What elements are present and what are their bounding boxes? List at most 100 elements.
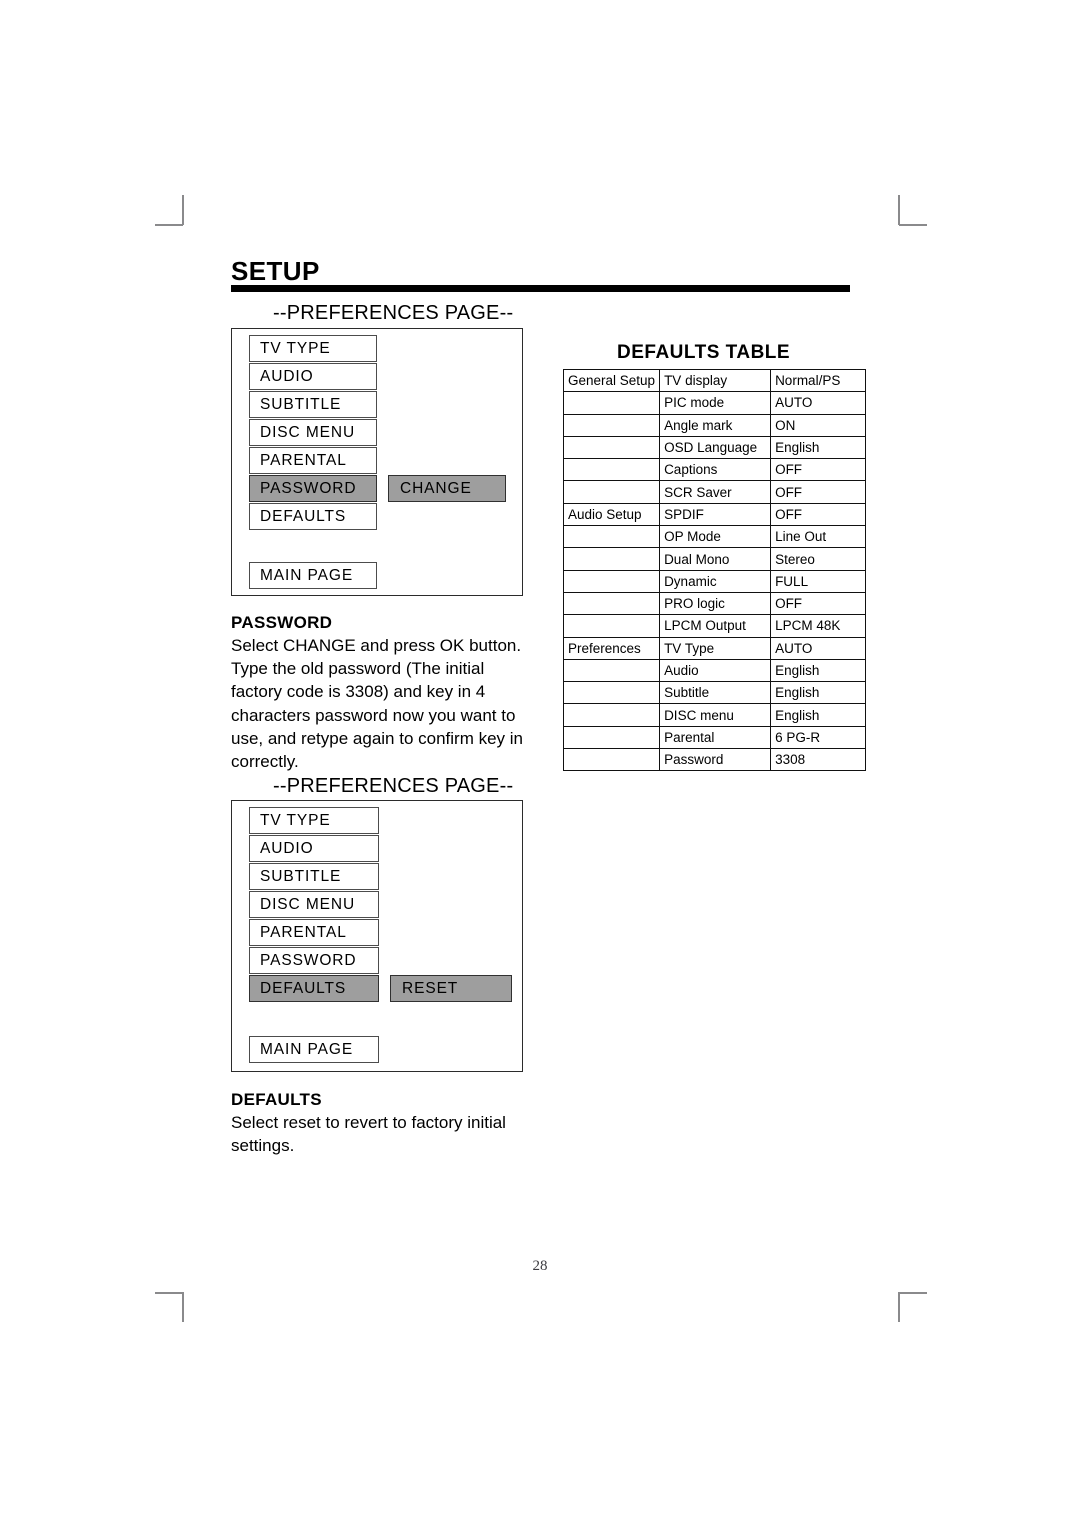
table-cell-group [562,480,661,504]
page-title-rule [231,285,850,292]
table-cell-group [562,413,661,437]
table-row: Dynamic FULL [562,569,867,593]
table-cell-value: LPCM 48K [770,614,867,638]
table-cell-setting: OSD Language [659,435,772,460]
table-cell-setting: TV display [659,368,772,393]
table-cell-value: English [770,658,867,683]
osd-item-subtitle[interactable]: SUBTITLE [249,391,377,418]
table-row: Angle mark ON [562,413,867,437]
section-title-defaults: DEFAULTS [231,1090,322,1109]
table-cell-group [562,591,661,616]
table-cell-value: ON [770,413,867,437]
table-row: Preferences TV Type AUTO [562,636,867,660]
crop-mark-horizontal-rule [899,1292,927,1294]
table-row: Password 3308 [562,748,867,772]
table-cell-group [562,435,661,460]
table-row: Dual Mono Stereo [562,547,867,571]
osd-item-password[interactable]: PASSWORD [249,947,379,974]
table-row: Subtitle English [562,681,867,705]
table-row: PRO logic OFF [562,591,867,616]
table-cell-value: AUTO [770,636,867,660]
table-row: Parental 6 PG-R [562,725,867,750]
osd-item-main-page[interactable]: MAIN PAGE [249,562,377,589]
table-cell-group [562,614,661,638]
osd-item-tv-type[interactable]: TV TYPE [249,807,379,834]
table-cell-value: OFF [770,591,867,616]
osd-item-tv-type[interactable]: TV TYPE [249,335,377,362]
page-number: 28 [532,1258,548,1274]
crop-mark-bottom-left [155,1292,195,1332]
defaults-table: General Setup TV display Normal/PS PIC mode… [562,368,867,772]
defaults-table-body: General Setup TV display Normal/PS PIC mode… [562,368,867,772]
crop-mark-bottom-right [887,1292,927,1332]
table-cell-setting: LPCM Output [659,614,772,638]
table-cell-setting: Captions [659,458,772,482]
table-row: PIC mode AUTO [562,391,867,415]
table-cell-group [562,703,661,727]
table-cell-group [562,525,661,549]
table-cell-setting: PRO logic [659,591,772,616]
table-cell-group: General Setup [562,368,661,393]
osd-item-parental[interactable]: PARENTAL [249,447,377,474]
table-cell-value: OFF [770,480,867,504]
table-cell-setting: Subtitle [659,681,772,705]
osd-item-disc-menu[interactable]: DISC MENU [249,419,377,446]
crop-mark-vertical-rule [898,195,900,225]
table-cell-setting: SPDIF [659,502,772,527]
table-cell-setting: Angle mark [659,413,772,437]
page-title: SETUP [231,256,320,286]
osd-panel-preferences-defaults: TV TYPE AUDIO SUBTITLE DISC MENU PARENTA… [231,800,523,1072]
table-row: General Setup TV display Normal/PS [562,368,867,393]
table-row: LPCM Output LPCM 48K [562,614,867,638]
crop-mark-top-left [155,195,195,235]
table-cell-value: OFF [770,458,867,482]
table-cell-value: English [770,703,867,727]
crop-mark-vertical-rule [898,1292,900,1322]
table-cell-value: 3308 [770,748,867,772]
osd-action-reset-button[interactable]: RESET [390,975,512,1002]
osd-item-defaults[interactable]: DEFAULTS [249,503,377,530]
table-cell-value: FULL [770,569,867,593]
osd-item-disc-menu[interactable]: DISC MENU [249,891,379,918]
table-cell-value: 6 PG-R [770,725,867,750]
table-cell-setting: Parental [659,725,772,750]
table-cell-group [562,658,661,683]
table-row: Audio English [562,658,867,683]
crop-mark-horizontal-rule [155,1292,183,1294]
table-row: OSD Language English [562,435,867,460]
osd-item-parental[interactable]: PARENTAL [249,919,379,946]
table-cell-value: Stereo [770,547,867,571]
osd-item-defaults-selected[interactable]: DEFAULTS [249,975,379,1002]
table-cell-group: Preferences [562,636,661,660]
crop-mark-horizontal-rule [899,224,927,226]
crop-mark-top-right [887,195,927,235]
table-cell-value: OFF [770,502,867,527]
osd-item-main-page[interactable]: MAIN PAGE [249,1036,379,1063]
osd-item-audio[interactable]: AUDIO [249,363,377,390]
table-cell-group [562,458,661,482]
table-row: Audio Setup SPDIF OFF [562,502,867,527]
table-cell-setting: OP Mode [659,525,772,549]
osd-item-audio[interactable]: AUDIO [249,835,379,862]
table-row: DISC menu English [562,703,867,727]
table-cell-group [562,748,661,772]
table-cell-value: AUTO [770,391,867,415]
table-cell-setting: DISC menu [659,703,772,727]
table-cell-group: Audio Setup [562,502,661,527]
crop-mark-horizontal-rule [155,224,183,226]
table-cell-group [562,681,661,705]
osd-item-password-selected[interactable]: PASSWORD [249,475,377,502]
table-cell-setting: Password [659,748,772,772]
table-cell-group [562,725,661,750]
table-row: Captions OFF [562,458,867,482]
table-cell-setting: Audio [659,658,772,683]
osd-heading-preferences-page-1: --PREFERENCES PAGE-- [273,302,514,324]
section-title-password: PASSWORD [231,613,333,632]
table-cell-group [562,547,661,571]
table-cell-value: English [770,435,867,460]
osd-item-subtitle[interactable]: SUBTITLE [249,863,379,890]
defaults-table-title: DEFAULTS TABLE [617,342,791,363]
table-cell-setting: PIC mode [659,391,772,415]
table-cell-group [562,569,661,593]
osd-action-change-button[interactable]: CHANGE [388,475,506,502]
